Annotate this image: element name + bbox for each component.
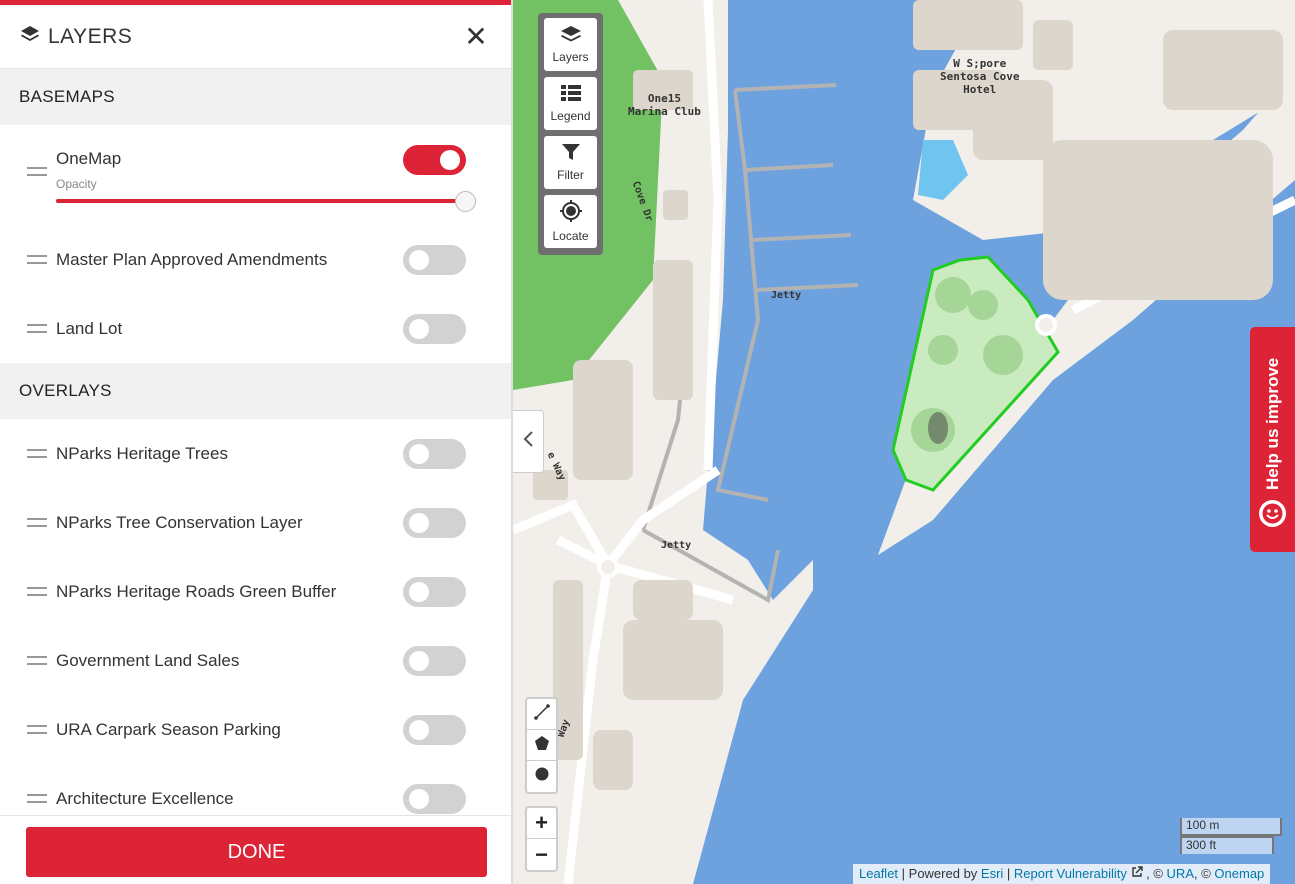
map-toolbar: Layers Legend Filter Locate <box>538 13 603 255</box>
drag-handle-icon[interactable] <box>27 587 47 596</box>
map-attribution: Leaflet | Powered by Esri | Report Vulne… <box>853 864 1271 884</box>
smiley-icon <box>1259 500 1286 527</box>
layers-button[interactable]: Layers <box>544 18 597 71</box>
locate-icon <box>559 200 582 227</box>
draw-line-button[interactable] <box>527 699 556 730</box>
scale-imperial: 300 ft <box>1180 836 1274 854</box>
scale-metric: 100 m <box>1180 818 1282 836</box>
onemap-link[interactable]: Onemap <box>1214 866 1264 881</box>
toggle-knob <box>440 150 460 170</box>
filter-button-label: Filter <box>557 168 584 182</box>
filter-icon <box>561 143 581 166</box>
toggle-knob <box>409 581 429 602</box>
layer-row-land-lot: Land Lot <box>0 294 511 363</box>
toggle-knob <box>409 318 429 339</box>
layers-stack-icon <box>20 25 40 48</box>
layer-row-tree-conservation: NParks Tree Conservation Layer <box>0 488 511 557</box>
map-label-jetty-2: Jetty <box>661 540 692 551</box>
help-us-improve-tab[interactable]: Help us improve <box>1250 327 1295 552</box>
toggle-architecture[interactable] <box>403 783 466 814</box>
layers-button-label: Layers <box>552 50 589 64</box>
layers-panel: LAYERS ✕ BASEMAPS OneMap Opacity Master … <box>0 0 513 884</box>
legend-button-label: Legend <box>550 109 591 123</box>
map-canvas[interactable]: One15 Marina Club W S;pore Sentosa Cove … <box>513 0 1295 884</box>
close-icon[interactable]: ✕ <box>461 22 491 51</box>
toggle-knob <box>409 512 429 533</box>
map-basemap <box>513 0 1295 884</box>
panel-header: LAYERS ✕ <box>0 5 511 69</box>
layer-row-heritage-roads: NParks Heritage Roads Green Buffer <box>0 557 511 626</box>
opacity-slider-track[interactable] <box>56 199 466 203</box>
overlays-section-title: OVERLAYS <box>0 363 511 419</box>
zoom-in-button[interactable]: + <box>527 808 556 839</box>
zoom-controls: + − <box>525 806 558 872</box>
collapse-panel-button[interactable] <box>513 410 544 473</box>
layer-row-carpark-season: URA Carpark Season Parking <box>0 695 511 764</box>
drag-handle-icon[interactable] <box>27 449 47 458</box>
map-scale: 100 m 300 ft <box>1180 818 1282 854</box>
circle-icon <box>534 766 550 787</box>
attribution-text: | Powered by <box>898 866 981 881</box>
chevron-left-icon <box>522 430 534 454</box>
layer-row-onemap: OneMap Opacity <box>0 125 511 225</box>
layers-icon <box>560 25 582 48</box>
locate-button[interactable]: Locate <box>544 195 597 248</box>
layer-row-heritage-trees: NParks Heritage Trees <box>0 419 511 488</box>
drag-handle-icon[interactable] <box>27 656 47 665</box>
toggle-onemap[interactable] <box>403 145 466 175</box>
legend-button[interactable]: Legend <box>544 77 597 130</box>
drag-handle-icon[interactable] <box>27 725 47 734</box>
toggle-land-lot[interactable] <box>403 313 466 344</box>
polyline-icon <box>533 703 550 725</box>
external-link-icon <box>1131 866 1143 881</box>
layer-row-master-plan: Master Plan Approved Amendments <box>0 225 511 294</box>
toggle-tree-conservation[interactable] <box>403 507 466 538</box>
toggle-heritage-roads[interactable] <box>403 576 466 607</box>
done-bar: DONE <box>0 815 511 884</box>
drag-handle-icon[interactable] <box>27 324 47 333</box>
toggle-knob <box>409 719 429 740</box>
locate-button-label: Locate <box>552 229 589 243</box>
ura-link[interactable]: URA <box>1167 866 1194 881</box>
panel-title: LAYERS <box>48 24 133 48</box>
drag-handle-icon[interactable] <box>27 167 47 176</box>
drag-handle-icon[interactable] <box>27 255 47 264</box>
layer-row-gov-land-sales: Government Land Sales <box>0 626 511 695</box>
toggle-knob <box>409 788 429 809</box>
attribution-separator: | <box>1003 866 1014 881</box>
basemaps-section-title: BASEMAPS <box>0 69 511 125</box>
opacity-slider-handle[interactable] <box>455 191 476 212</box>
app-root: One15 Marina Club W S;pore Sentosa Cove … <box>0 0 1295 884</box>
legend-icon <box>560 84 582 107</box>
drag-handle-icon[interactable] <box>27 518 47 527</box>
done-button[interactable]: DONE <box>26 827 487 877</box>
esri-link[interactable]: Esri <box>981 866 1003 881</box>
report-vulnerability-link[interactable]: Report Vulnerability <box>1014 866 1127 881</box>
attribution-text: , © <box>1142 866 1167 881</box>
toggle-gov-land-sales[interactable] <box>403 645 466 676</box>
drag-handle-icon[interactable] <box>27 794 47 803</box>
toggle-knob <box>409 443 429 464</box>
zoom-out-button[interactable]: − <box>527 839 556 870</box>
map-label-one15: One15 Marina Club <box>628 92 701 118</box>
draw-controls <box>525 697 558 794</box>
attribution-text: , © <box>1194 866 1215 881</box>
toggle-heritage-trees[interactable] <box>403 438 466 469</box>
draw-circle-button[interactable] <box>527 761 556 792</box>
map-label-w-sentosa: W S;pore Sentosa Cove Hotel <box>940 57 1020 96</box>
toggle-knob <box>409 249 429 270</box>
map-label-jetty-1: Jetty <box>771 290 802 301</box>
filter-button[interactable]: Filter <box>544 136 597 189</box>
toggle-knob <box>409 650 429 671</box>
toggle-master-plan[interactable] <box>403 244 466 275</box>
toggle-carpark-season[interactable] <box>403 714 466 745</box>
opacity-label: Opacity <box>56 177 97 191</box>
help-tab-label: Help us improve <box>1263 357 1282 490</box>
leaflet-link[interactable]: Leaflet <box>859 866 898 881</box>
draw-polygon-button[interactable] <box>527 730 556 761</box>
polygon-icon <box>534 735 550 756</box>
